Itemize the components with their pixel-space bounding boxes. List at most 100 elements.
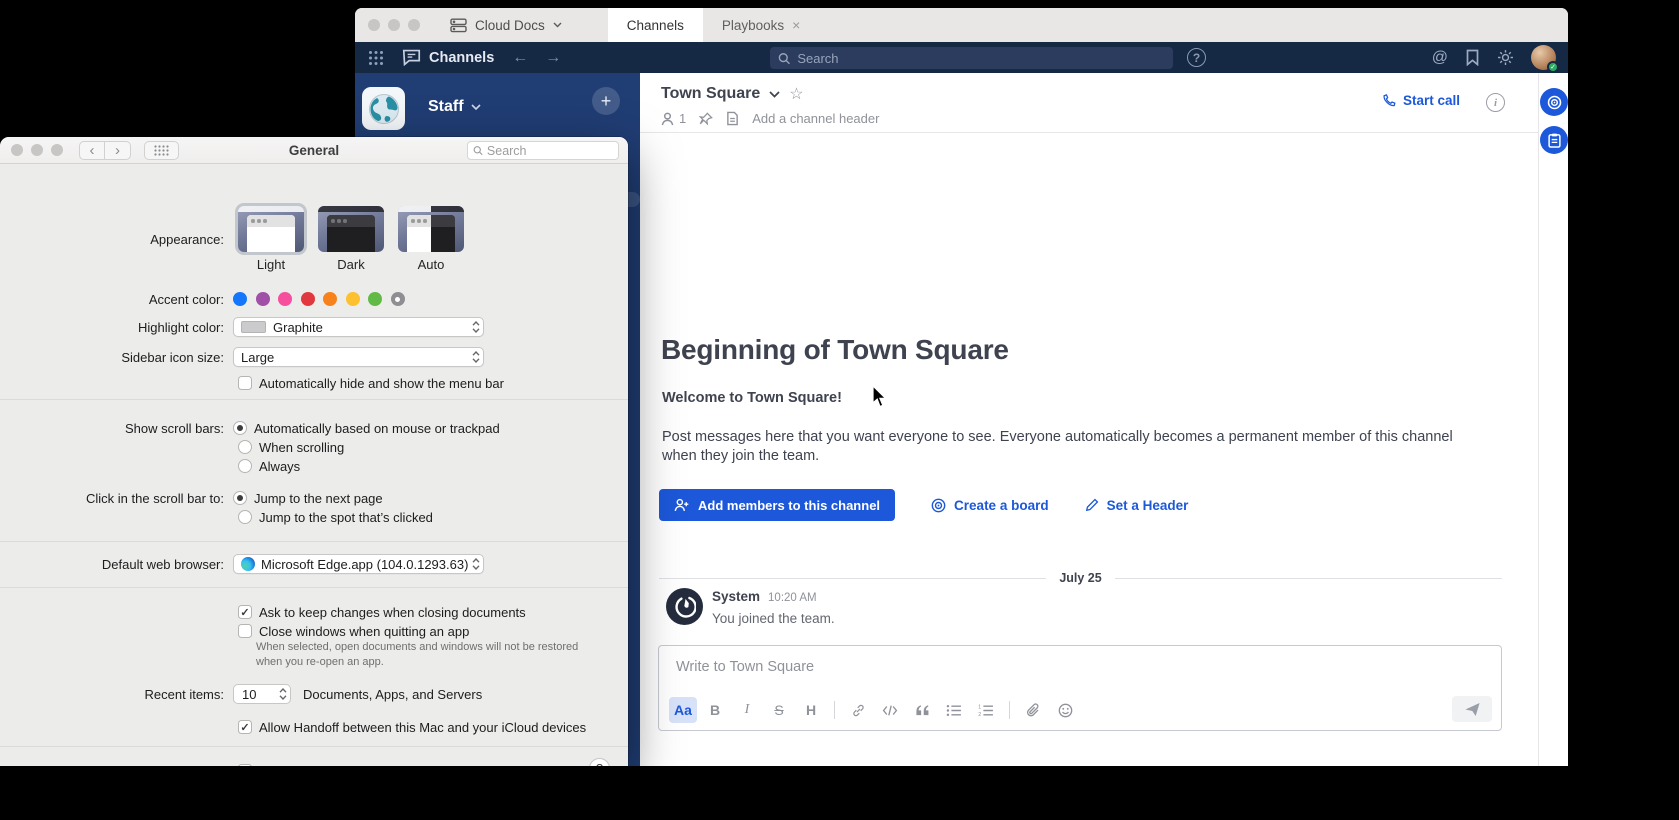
message-sender[interactable]: System <box>712 589 760 604</box>
ask-keep-changes-row[interactable]: Ask to keep changes when closing documen… <box>238 602 628 622</box>
zoom-button[interactable] <box>51 144 63 156</box>
heading-button[interactable]: H <box>797 697 825 723</box>
close-button[interactable] <box>11 144 23 156</box>
add-channel-header-link[interactable]: Add a channel header <box>752 111 879 126</box>
emoji-icon[interactable] <box>1051 697 1079 723</box>
bulleted-list-button[interactable] <box>940 697 968 723</box>
accent-pink[interactable] <box>278 292 292 306</box>
accent-red[interactable] <box>301 292 315 306</box>
app-bar-rail <box>1538 73 1568 766</box>
zoom-button[interactable] <box>408 19 420 31</box>
set-header-button[interactable]: Set a Header <box>1085 498 1189 513</box>
link-button[interactable] <box>844 697 872 723</box>
global-search[interactable] <box>770 47 1173 69</box>
attachment-icon[interactable] <box>1019 697 1047 723</box>
code-button[interactable] <box>876 697 904 723</box>
scroll-bars-radio-always[interactable]: Always <box>238 456 628 476</box>
close-tab-icon[interactable]: × <box>792 17 800 33</box>
checkbox-unchecked[interactable] <box>238 624 252 638</box>
radio-unselected[interactable] <box>238 440 252 454</box>
minimize-button[interactable] <box>31 144 43 156</box>
search-input[interactable] <box>797 51 1165 66</box>
checkbox-unchecked[interactable] <box>238 376 252 390</box>
forward-button[interactable]: › <box>105 141 131 160</box>
prefs-search-input[interactable] <box>487 144 613 158</box>
default-browser-value: Microsoft Edge.app (104.0.1293.63) <box>261 557 472 572</box>
playbooks-icon[interactable] <box>1540 126 1568 154</box>
pinned-posts-icon[interactable] <box>699 112 713 126</box>
accent-blue[interactable] <box>233 292 247 306</box>
italic-button[interactable]: I <box>733 697 761 723</box>
saved-posts-icon[interactable] <box>1465 49 1480 66</box>
default-browser-dropdown[interactable]: Microsoft Edge.app (104.0.1293.63) <box>233 554 484 574</box>
forward-arrow-icon[interactable]: → <box>545 49 561 67</box>
scroll-bars-radio-auto[interactable]: Automatically based on mouse or trackpad <box>233 421 500 436</box>
back-button[interactable]: ‹ <box>79 141 105 160</box>
system-preferences-window: ‹ › General Appearance: <box>0 137 628 766</box>
radio-unselected[interactable] <box>238 510 252 524</box>
accent-purple[interactable] <box>256 292 270 306</box>
favorite-star-icon[interactable]: ☆ <box>789 84 803 104</box>
handoff-row[interactable]: Allow Handoff between this Mac and your … <box>238 717 628 737</box>
product-switcher-icon[interactable] <box>368 50 384 66</box>
create-board-button[interactable]: Create a board <box>931 498 1049 513</box>
scroll-click-radio-spot[interactable]: Jump to the spot that’s clicked <box>238 507 628 527</box>
mentions-icon[interactable]: @ <box>1432 49 1448 67</box>
user-avatar[interactable]: ✓ <box>1531 45 1556 70</box>
team-icon[interactable] <box>362 87 405 130</box>
radio-selected[interactable] <box>233 421 247 435</box>
appearance-light-option[interactable] <box>238 206 304 252</box>
prefs-search-field[interactable] <box>467 141 619 160</box>
show-all-grid-icon[interactable] <box>144 141 179 160</box>
message-composer[interactable]: Write to Town Square Aa B I S H <box>658 645 1502 731</box>
sidebar-icon-size-dropdown[interactable]: Large <box>233 347 484 367</box>
add-channel-button[interactable]: + <box>592 87 620 115</box>
minimize-button[interactable] <box>388 19 400 31</box>
channel-files-icon[interactable] <box>726 111 739 126</box>
tab-channels[interactable]: Channels <box>608 8 703 42</box>
scroll-bars-radio-when-scrolling[interactable]: When scrolling <box>238 437 628 457</box>
quote-button[interactable] <box>908 697 936 723</box>
server-menu[interactable]: Cloud Docs <box>450 18 562 33</box>
highlight-color-dropdown[interactable]: Graphite <box>233 317 484 337</box>
help-icon[interactable]: ? <box>1187 48 1206 67</box>
back-arrow-icon[interactable]: ← <box>512 49 528 67</box>
font-smoothing-row[interactable]: Use font smoothing when available <box>238 761 628 766</box>
appearance-dark-option[interactable] <box>318 206 384 252</box>
channel-title[interactable]: Town Square <box>661 85 760 103</box>
accent-graphite[interactable] <box>391 292 405 306</box>
checkbox-checked[interactable] <box>238 605 252 619</box>
help-button[interactable]: ? <box>589 758 610 766</box>
start-call-button[interactable]: Start call <box>1382 93 1460 108</box>
scroll-click-radio-next-page[interactable]: Jump to the next page <box>233 491 383 506</box>
accent-orange[interactable] <box>323 292 337 306</box>
checkbox-checked[interactable] <box>238 720 252 734</box>
boards-icon[interactable] <box>1540 88 1568 116</box>
server-menu-label: Cloud Docs <box>475 18 545 33</box>
chevron-down-icon[interactable] <box>769 91 780 98</box>
accent-yellow[interactable] <box>346 292 360 306</box>
numbered-list-button[interactable]: 12 <box>972 697 1000 723</box>
close-windows-row[interactable]: Close windows when quitting an app <box>238 621 628 641</box>
radio-selected[interactable] <box>233 491 247 505</box>
bold-button[interactable]: B <box>701 697 729 723</box>
checkbox-checked[interactable] <box>238 764 252 766</box>
section-divider <box>0 541 628 542</box>
menu-bar-checkbox-row[interactable]: Automatically hide and show the menu bar <box>238 373 628 393</box>
settings-gear-icon[interactable] <box>1497 49 1514 66</box>
accent-green[interactable] <box>368 292 382 306</box>
date-divider-label[interactable]: July 25 <box>1046 571 1114 585</box>
appearance-auto-option[interactable] <box>398 206 464 252</box>
radio-unselected[interactable] <box>238 459 252 473</box>
member-count[interactable]: 1 <box>661 111 686 126</box>
add-members-button[interactable]: Add members to this channel <box>659 489 895 521</box>
format-letter-case-button[interactable]: Aa <box>669 697 697 723</box>
close-button[interactable] <box>368 19 380 31</box>
team-menu[interactable]: Staff <box>428 98 481 116</box>
recent-items-stepper[interactable]: 10 <box>233 684 291 704</box>
channel-info-icon[interactable]: i <box>1486 93 1505 112</box>
send-button[interactable] <box>1452 696 1492 722</box>
add-person-icon <box>674 498 689 512</box>
tab-playbooks[interactable]: Playbooks × <box>703 8 819 42</box>
strikethrough-button[interactable]: S <box>765 697 793 723</box>
